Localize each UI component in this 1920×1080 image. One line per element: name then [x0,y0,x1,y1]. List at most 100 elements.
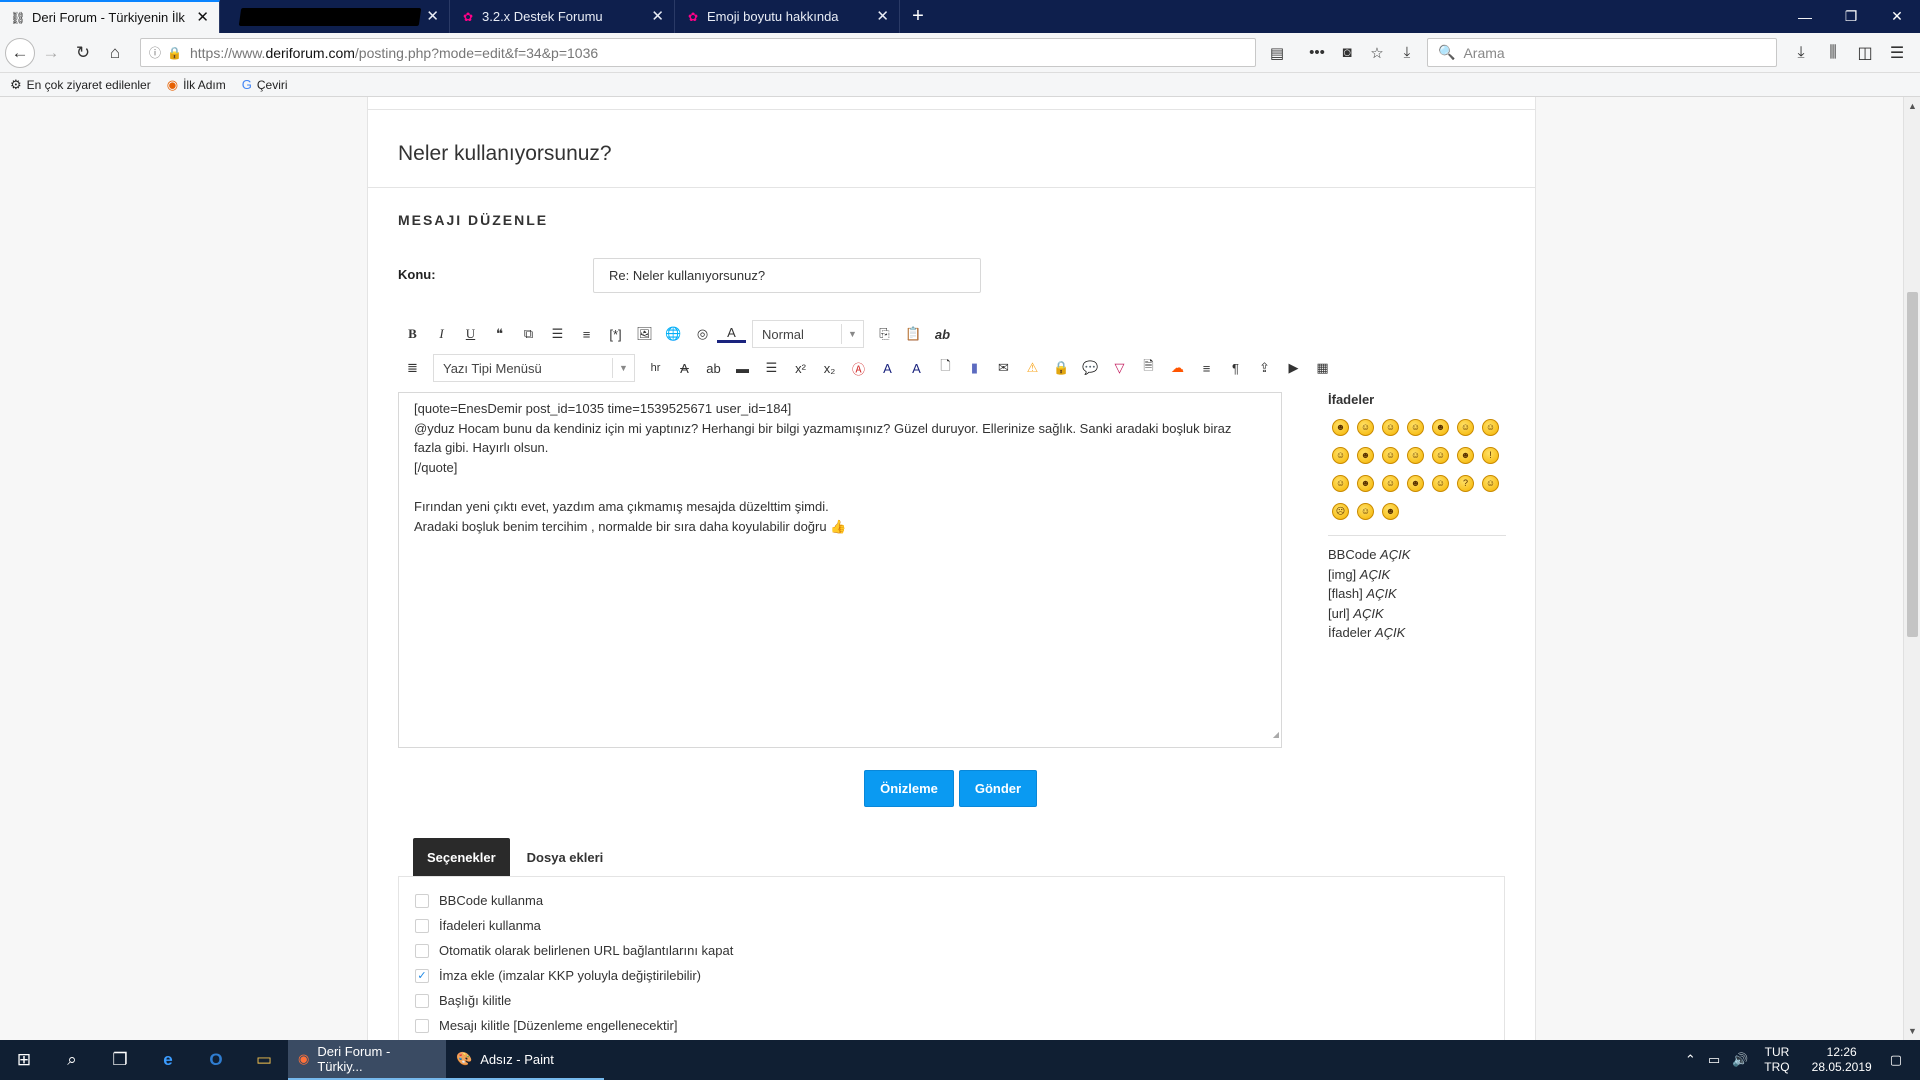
smiley-icon[interactable]: ☹ [1328,497,1353,525]
bbcode-status-bbcode[interactable]: BBCode AÇIK [1328,545,1410,565]
pocket-icon[interactable]: ◙ [1332,44,1362,61]
speech-icon[interactable]: 💬 [1076,355,1105,381]
play-icon[interactable]: ▶ [1279,355,1308,381]
scrollbar-thumb[interactable] [1907,292,1918,637]
menu-icon[interactable]: ☰ [1881,43,1913,63]
filter-icon[interactable]: ▽ [1105,355,1134,381]
checkbox[interactable] [415,1018,429,1033]
paste-icon[interactable]: 📋 [899,321,928,347]
smiley-icon[interactable]: ☻ [1353,469,1378,497]
subscript-icon[interactable]: x₂ [815,355,844,381]
smiley-icon[interactable]: ☺ [1378,441,1403,469]
library-download-icon[interactable]: ⤓ [1392,44,1422,61]
option-disable-smilies[interactable]: İfadeleri kullanma [415,918,541,933]
superscript-icon[interactable]: x² [786,355,815,381]
close-tab-icon[interactable]: ✕ [426,9,439,24]
smiley-icon[interactable]: ! [1478,441,1503,469]
tab-options[interactable]: Seçenekler [413,838,510,876]
checkbox[interactable] [415,918,429,933]
address-bar[interactable]: ⓘ 🔒 https://www. deriforum.com/posting.ph… [140,38,1256,67]
close-tab-icon[interactable]: ✕ [196,10,209,25]
edge-icon[interactable]: e [144,1040,192,1080]
option-disable-bbcode[interactable]: BBCode kullanma [415,893,543,908]
quote-icon[interactable]: ❝ [485,321,514,347]
windows-start-icon[interactable]: ⊞ [0,1040,48,1080]
input-language[interactable]: TUR TRQ [1764,1045,1789,1075]
smiley-icon[interactable]: ? [1453,469,1478,497]
smiley-icon[interactable]: ☻ [1428,413,1453,441]
smiley-icon[interactable]: ☺ [1478,469,1503,497]
reload-button[interactable]: ↻ [67,37,99,69]
bookmark-most-visited[interactable]: ⚙ En çok ziyaret edilenler [10,77,151,93]
align-icon[interactable]: ≣ [398,355,427,381]
numbered-list-icon[interactable]: ≡ [572,321,601,347]
checkbox[interactable] [415,893,429,908]
bookmark-translate[interactable]: G Çeviri [242,77,288,92]
tab-deri-forum[interactable]: ⛓ Deri Forum - Türkiyenin İlk ve T ✕ [0,0,220,33]
reader-view-icon[interactable]: ▤ [1262,44,1292,62]
smiley-icon[interactable]: ☺ [1378,469,1403,497]
close-window-icon[interactable]: ✕ [1874,0,1920,33]
smiley-icon[interactable]: ☺ [1328,441,1353,469]
bullet-list-icon[interactable]: ☰ [543,321,572,347]
outline-text-icon[interactable]: Ⓐ [844,355,873,381]
task-view-icon[interactable]: ❐ [96,1040,144,1080]
paragraph-icon[interactable]: ¶ [1221,355,1250,381]
file-explorer-icon[interactable]: ▭ [240,1040,288,1080]
page-actions-icon[interactable]: ••• [1302,44,1332,61]
smiley-icon[interactable]: ☺ [1403,441,1428,469]
option-lock-post[interactable]: Mesajı kilitle [Düzenleme engellenecekti… [415,1018,677,1033]
subject-input[interactable]: Re: Neler kullanıyorsunuz? [593,258,981,293]
smiley-icon[interactable]: ☻ [1328,413,1353,441]
library-icon[interactable]: ⫼ [1817,44,1849,62]
new-tab-button[interactable]: + [900,0,936,33]
smiley-icon[interactable]: ☺ [1453,413,1478,441]
highlight-icon[interactable]: ab [699,355,728,381]
option-lock-topic[interactable]: Başlığı kilitle [415,993,511,1008]
lock-icon[interactable]: 🔒 [1047,355,1076,381]
copy-icon[interactable]: ⎘ [870,321,899,347]
clock[interactable]: 12:26 28.05.2019 [1812,1045,1872,1075]
font-size-select[interactable]: Normal ▼ [752,320,864,348]
tab-attachments[interactable]: Dosya ekleri [513,838,618,876]
smiley-icon[interactable]: ☺ [1353,497,1378,525]
scroll-down-icon[interactable]: ▼ [1904,1026,1920,1036]
downloads-icon[interactable]: ⤓ [1785,44,1817,62]
smiley-icon[interactable]: ☻ [1403,469,1428,497]
glow-icon[interactable]: A [873,355,902,381]
underline-button[interactable]: U [456,321,485,347]
chevron-up-icon[interactable]: ⌃ [1685,1052,1696,1068]
bookmark-first-step[interactable]: ◉ İlk Adım [167,77,226,93]
smiley-icon[interactable]: ☺ [1328,469,1353,497]
close-tab-icon[interactable]: ✕ [876,9,889,24]
block-icon[interactable]: ▬ [728,355,757,381]
spellcheck-icon[interactable]: ab [928,321,957,347]
option-attach-signature[interactable]: ✓ İmza ekle (imzalar KKP yoluyla değiştir… [415,968,701,983]
center-icon[interactable]: ☰ [757,355,786,381]
restore-icon[interactable]: ❐ [1828,0,1874,33]
font-family-select[interactable]: Yazı Tipi Menüsü ▼ [433,354,635,382]
upload-icon[interactable]: ⇪ [1250,355,1279,381]
code-icon[interactable]: ⧉ [514,321,543,347]
flash-icon[interactable]: ◎ [688,321,717,347]
bookmark-star-icon[interactable]: ☆ [1362,44,1392,62]
resize-grip-icon[interactable]: ◢ [1273,725,1279,745]
smiley-icon[interactable]: ☺ [1378,413,1403,441]
page-icon[interactable]: 🗎 [1134,355,1163,381]
forward-button[interactable]: → [35,37,67,69]
hr-button[interactable]: hr [641,355,670,381]
checkbox[interactable] [415,993,429,1008]
notifications-icon[interactable]: ▢ [1890,1052,1902,1068]
shadow-icon[interactable]: A [902,355,931,381]
home-button[interactable]: ⌂ [99,37,131,69]
minimize-icon[interactable]: — [1782,0,1828,33]
checkbox[interactable] [415,943,429,958]
taskbar-app-paint[interactable]: 🎨 Adsız - Paint [446,1040,604,1080]
page-scrollbar[interactable]: ▲ ▼ [1903,97,1920,1040]
taskbar-app-firefox[interactable]: ◉ Deri Forum - Türkiy... [288,1040,446,1080]
smiley-icon[interactable]: ☻ [1353,441,1378,469]
preview-button[interactable]: Önizleme [864,770,954,807]
list-item-icon[interactable]: [*] [601,321,630,347]
italic-button[interactable]: I [427,321,456,347]
smiley-icon[interactable]: ☻ [1378,497,1403,525]
